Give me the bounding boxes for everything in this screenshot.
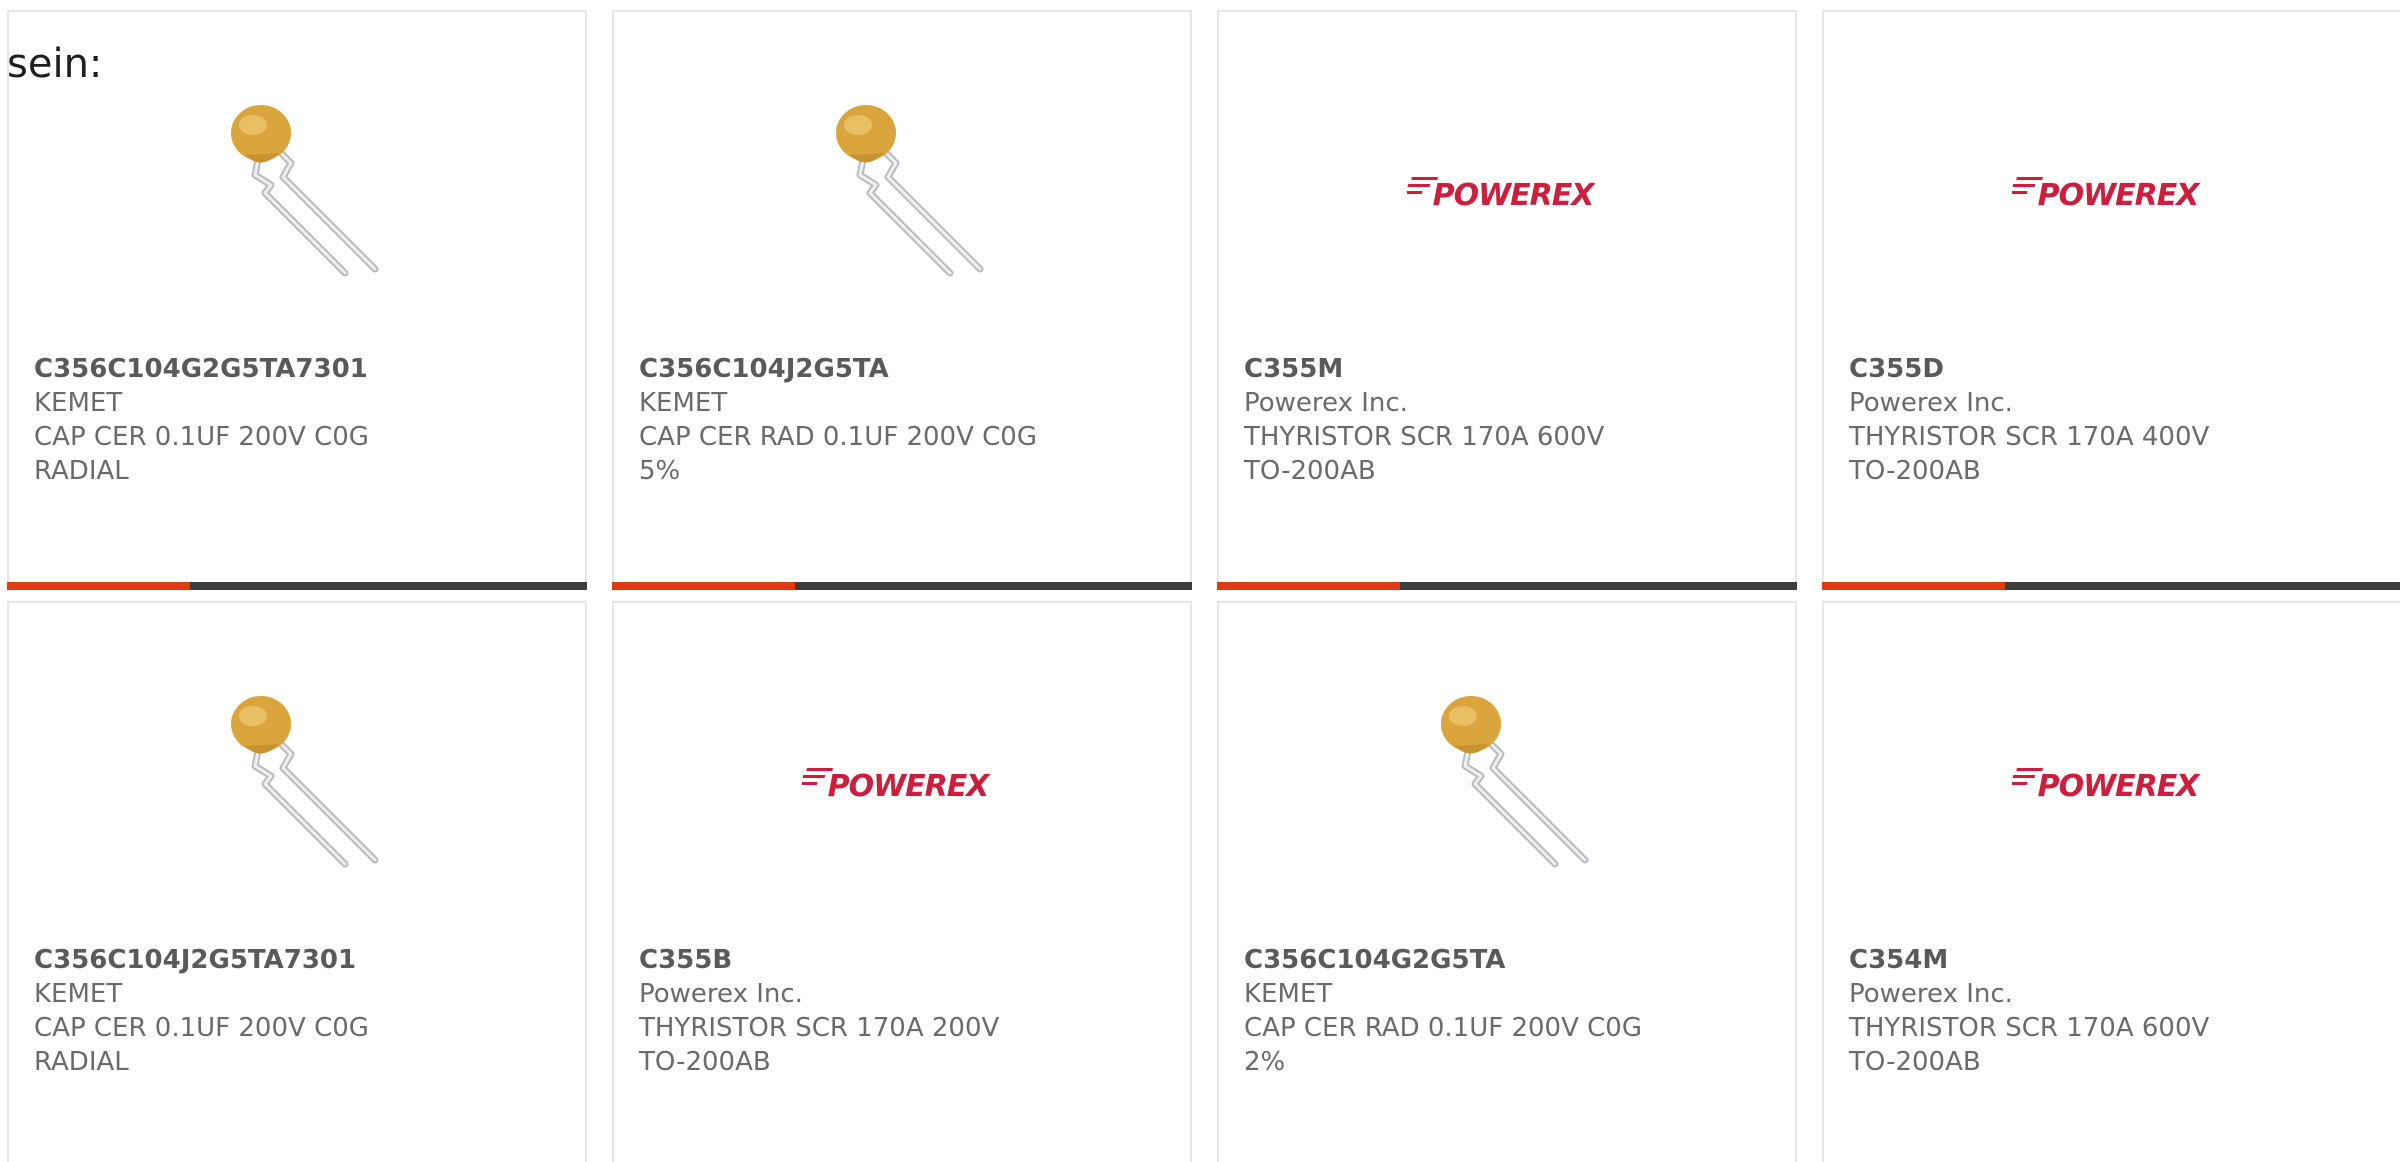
capacitor-image <box>1407 684 1607 884</box>
capacitor-image <box>197 93 397 293</box>
product-card[interactable]: C356C104J2G5TA KEMET CAP CER RAD 0.1UF 2… <box>612 10 1192 590</box>
card-bar-accent <box>7 582 190 590</box>
product-description: CAP CER RAD 0.1UF 200V C0G 5% <box>639 422 1037 486</box>
product-info: C355B Powerex Inc. THYRISTOR SCR 170A 20… <box>639 943 1039 1079</box>
product-card[interactable]: POWEREX C354M Powerex Inc. THYRISTOR SCR… <box>1822 601 2400 1162</box>
part-number[interactable]: C355D <box>1849 352 2249 386</box>
card-bar-accent <box>1822 582 2005 590</box>
product-image[interactable]: POWEREX <box>614 673 1190 895</box>
card-bottom-bar <box>1822 582 2400 590</box>
product-description: THYRISTOR SCR 170A 600V TO-200AB <box>1244 422 1605 486</box>
product-description: CAP CER 0.1UF 200V C0G RADIAL <box>34 422 369 486</box>
part-number[interactable]: C355B <box>639 943 1039 977</box>
product-image[interactable] <box>1219 673 1795 895</box>
product-info: C355D Powerex Inc. THYRISTOR SCR 170A 40… <box>1849 352 2249 488</box>
product-card[interactable]: POWEREX C355M Powerex Inc. THYRISTOR SCR… <box>1217 10 1797 590</box>
part-number[interactable]: C356C104J2G5TA7301 <box>34 943 434 977</box>
product-info: C356C104J2G5TA KEMET CAP CER RAD 0.1UF 2… <box>639 352 1039 488</box>
svg-text:POWEREX: POWEREX <box>828 769 992 804</box>
manufacturer: KEMET <box>34 979 123 1009</box>
product-info: C356C104G2G5TA7301 KEMET CAP CER 0.1UF 2… <box>34 352 434 488</box>
manufacturer: Powerex Inc. <box>1849 388 2013 418</box>
card-bottom-bar <box>1217 582 1797 590</box>
manufacturer: KEMET <box>34 388 123 418</box>
part-number[interactable]: C355M <box>1244 352 1644 386</box>
product-image[interactable] <box>614 82 1190 304</box>
part-number[interactable]: C354M <box>1849 943 2249 977</box>
manufacturer: Powerex Inc. <box>639 979 803 1009</box>
part-number[interactable]: C356C104J2G5TA <box>639 352 1039 386</box>
capacitor-image <box>197 684 397 884</box>
product-description: THYRISTOR SCR 170A 200V TO-200AB <box>639 1013 1000 1077</box>
product-image[interactable]: POWEREX <box>1219 82 1795 304</box>
product-image[interactable] <box>9 82 585 304</box>
manufacturer: Powerex Inc. <box>1244 388 1408 418</box>
product-card[interactable]: POWEREX C355D Powerex Inc. THYRISTOR SCR… <box>1822 10 2400 590</box>
manufacturer: KEMET <box>1244 979 1333 1009</box>
product-description: CAP CER RAD 0.1UF 200V C0G 2% <box>1244 1013 1642 1077</box>
card-bar-accent <box>612 582 795 590</box>
product-info: C354M Powerex Inc. THYRISTOR SCR 170A 60… <box>1849 943 2249 1079</box>
intro-text: sein: <box>7 41 103 87</box>
product-info: C355M Powerex Inc. THYRISTOR SCR 170A 60… <box>1244 352 1644 488</box>
product-image[interactable]: POWEREX <box>1824 673 2400 895</box>
product-grid: C356C104G2G5TA7301 KEMET CAP CER 0.1UF 2… <box>7 10 2400 1162</box>
product-description: THYRISTOR SCR 170A 600V TO-200AB <box>1849 1013 2210 1077</box>
part-number[interactable]: C356C104G2G5TA <box>1244 943 1644 977</box>
product-image[interactable] <box>9 673 585 895</box>
powerex-logo: POWEREX <box>1407 177 1597 213</box>
powerex-logo: POWEREX <box>802 768 992 804</box>
card-bottom-bar <box>612 582 1192 590</box>
product-description: CAP CER 0.1UF 200V C0G RADIAL <box>34 1013 369 1077</box>
product-card[interactable]: C356C104G2G5TA KEMET CAP CER RAD 0.1UF 2… <box>1217 601 1797 1162</box>
product-image[interactable]: POWEREX <box>1824 82 2400 304</box>
product-description: THYRISTOR SCR 170A 400V TO-200AB <box>1849 422 2210 486</box>
capacitor-image <box>802 93 1002 293</box>
product-card[interactable]: C356C104J2G5TA7301 KEMET CAP CER 0.1UF 2… <box>7 601 587 1162</box>
manufacturer: KEMET <box>639 388 728 418</box>
part-number[interactable]: C356C104G2G5TA7301 <box>34 352 434 386</box>
product-info: C356C104J2G5TA7301 KEMET CAP CER 0.1UF 2… <box>34 943 434 1079</box>
manufacturer: Powerex Inc. <box>1849 979 2013 1009</box>
card-bar-accent <box>1217 582 1400 590</box>
svg-text:POWEREX: POWEREX <box>1433 178 1597 213</box>
svg-text:POWEREX: POWEREX <box>2038 769 2202 804</box>
powerex-logo: POWEREX <box>2012 768 2202 804</box>
product-info: C356C104G2G5TA KEMET CAP CER RAD 0.1UF 2… <box>1244 943 1644 1079</box>
card-bottom-bar <box>7 582 587 590</box>
product-card[interactable]: POWEREX C355B Powerex Inc. THYRISTOR SCR… <box>612 601 1192 1162</box>
page: sein: C356C104G2G5TA7301 KEMET CAP CER 0… <box>0 0 2400 1162</box>
svg-text:POWEREX: POWEREX <box>2038 178 2202 213</box>
product-card[interactable]: C356C104G2G5TA7301 KEMET CAP CER 0.1UF 2… <box>7 10 587 590</box>
powerex-logo: POWEREX <box>2012 177 2202 213</box>
